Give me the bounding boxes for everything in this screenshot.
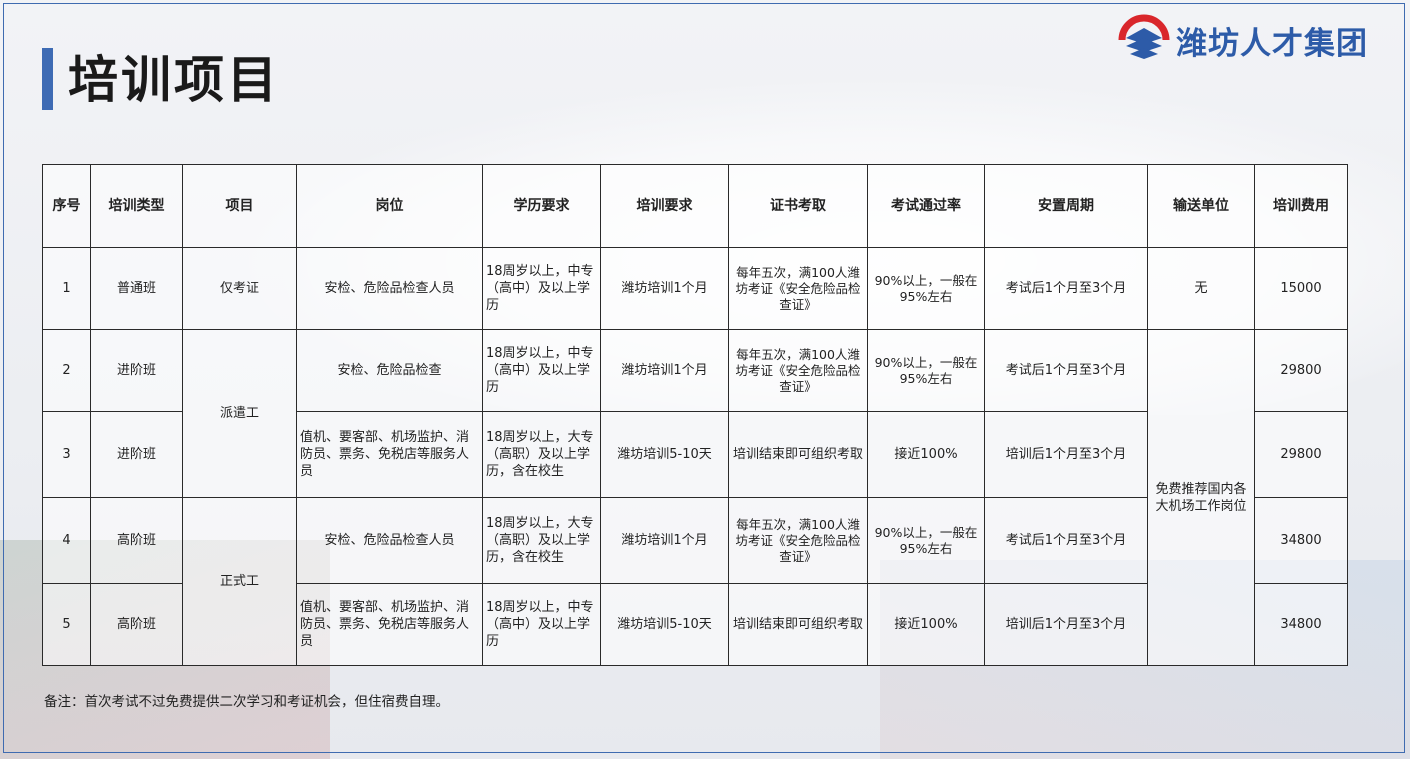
cell-fee: 34800: [1254, 497, 1348, 584]
page-title: 培训项目: [68, 51, 280, 109]
cell-fee: 34800: [1254, 583, 1348, 666]
header-cell-placement: 安置周期: [984, 164, 1148, 248]
header-cell-no: 序号: [42, 164, 91, 248]
cell-no: 5: [42, 583, 91, 666]
header-cell-cert: 证书考取: [728, 164, 868, 248]
cell-position: 值机、要客部、机场监护、消防员、票务、免税店等服务人员: [296, 583, 483, 666]
header-cell-unit: 输送单位: [1147, 164, 1255, 248]
cell-fee: 15000: [1254, 247, 1348, 330]
table-row: 2 进阶班 派遣工 安检、危险品检查 18周岁以上，中专（高中）及以上学历 潍坊…: [42, 329, 1348, 666]
cell-cert: 每年五次，满100人潍坊考证《安全危险品检查证》: [728, 329, 868, 412]
cell-project: 派遣工: [182, 329, 297, 498]
cell-type: 高阶班: [90, 583, 183, 666]
cell-education: 18周岁以上，中专（高中）及以上学历: [482, 329, 601, 412]
header-cell-project: 项目: [182, 164, 297, 248]
cell-training: 潍坊培训5-10天: [600, 411, 729, 498]
cell-no: 3: [42, 411, 91, 498]
cell-training: 潍坊培训1个月: [600, 497, 729, 584]
cell-cert: 培训结束即可组织考取: [728, 411, 868, 498]
cell-pass-rate: 接近100%: [867, 583, 985, 666]
cell-fee: 29800: [1254, 411, 1348, 498]
cell-fee: 29800: [1254, 329, 1348, 412]
cell-type: 普通班: [90, 247, 183, 330]
cell-education: 18周岁以上，中专（高中）及以上学历: [482, 583, 601, 666]
cell-placement: 考试后1个月至3个月: [984, 247, 1148, 330]
cell-education: 18周岁以上，中专（高中）及以上学历: [482, 247, 601, 330]
cell-unit: 免费推荐国内各大机场工作岗位: [1147, 329, 1255, 666]
header-cell-education: 学历要求: [482, 164, 601, 248]
cell-training: 潍坊培训1个月: [600, 247, 729, 330]
cell-pass-rate: 90%以上，一般在95%左右: [867, 329, 985, 412]
cell-type: 高阶班: [90, 497, 183, 584]
cell-education: 18周岁以上，大专（高职）及以上学历，含在校生: [482, 497, 601, 584]
cell-project: 仅考证: [182, 247, 297, 330]
cell-no: 4: [42, 497, 91, 584]
table-header-row: 序号 培训类型 项目 岗位 学历要求 培训要求 证书考取 考试通过率 安置周期 …: [42, 164, 1348, 248]
company-logo: 潍坊人才集团: [1118, 14, 1368, 66]
cell-cert: 每年五次，满100人潍坊考证《安全危险品检查证》: [728, 247, 868, 330]
cell-placement: 考试后1个月至3个月: [984, 497, 1148, 584]
header-cell-training: 培训要求: [600, 164, 729, 248]
cell-type: 进阶班: [90, 329, 183, 412]
header-cell-pass-rate: 考试通过率: [867, 164, 985, 248]
cell-position: 值机、要客部、机场监护、消防员、票务、免税店等服务人员: [296, 411, 483, 498]
footnote: 备注：首次考试不过免费提供二次学习和考证机会，但住宿费自理。: [44, 694, 449, 710]
cell-cert: 每年五次，满100人潍坊考证《安全危险品检查证》: [728, 497, 868, 584]
header-cell-type: 培训类型: [90, 164, 183, 248]
table-row: 1 普通班 仅考证 安检、危险品检查人员 18周岁以上，中专（高中）及以上学历 …: [42, 247, 1348, 330]
cell-placement: 培训后1个月至3个月: [984, 583, 1148, 666]
cell-placement: 考试后1个月至3个月: [984, 329, 1148, 412]
cell-pass-rate: 90%以上，一般在95%左右: [867, 497, 985, 584]
cell-pass-rate: 90%以上，一般在95%左右: [867, 247, 985, 330]
logo-icon: [1118, 14, 1170, 59]
cell-no: 1: [42, 247, 91, 330]
cell-no: 2: [42, 329, 91, 412]
cell-position: 安检、危险品检查人员: [296, 247, 483, 330]
header-cell-fee: 培训费用: [1254, 164, 1348, 248]
cell-training: 潍坊培训1个月: [600, 329, 729, 412]
title-accent-bar: [42, 48, 53, 110]
cell-placement: 培训后1个月至3个月: [984, 411, 1148, 498]
cell-unit: 无: [1147, 247, 1255, 330]
cell-training: 潍坊培训5-10天: [600, 583, 729, 666]
training-table: 序号 培训类型 项目 岗位 学历要求 培训要求 证书考取 考试通过率 安置周期 …: [42, 164, 1348, 666]
cell-project: 正式工: [182, 497, 297, 666]
cell-cert: 培训结束即可组织考取: [728, 583, 868, 666]
cell-position: 安检、危险品检查: [296, 329, 483, 412]
cell-position: 安检、危险品检查人员: [296, 497, 483, 584]
cell-pass-rate: 接近100%: [867, 411, 985, 498]
cell-education: 18周岁以上，大专（高职）及以上学历，含在校生: [482, 411, 601, 498]
cell-type: 进阶班: [90, 411, 183, 498]
logo-text: 潍坊人才集团: [1176, 25, 1368, 62]
header-cell-position: 岗位: [296, 164, 483, 248]
